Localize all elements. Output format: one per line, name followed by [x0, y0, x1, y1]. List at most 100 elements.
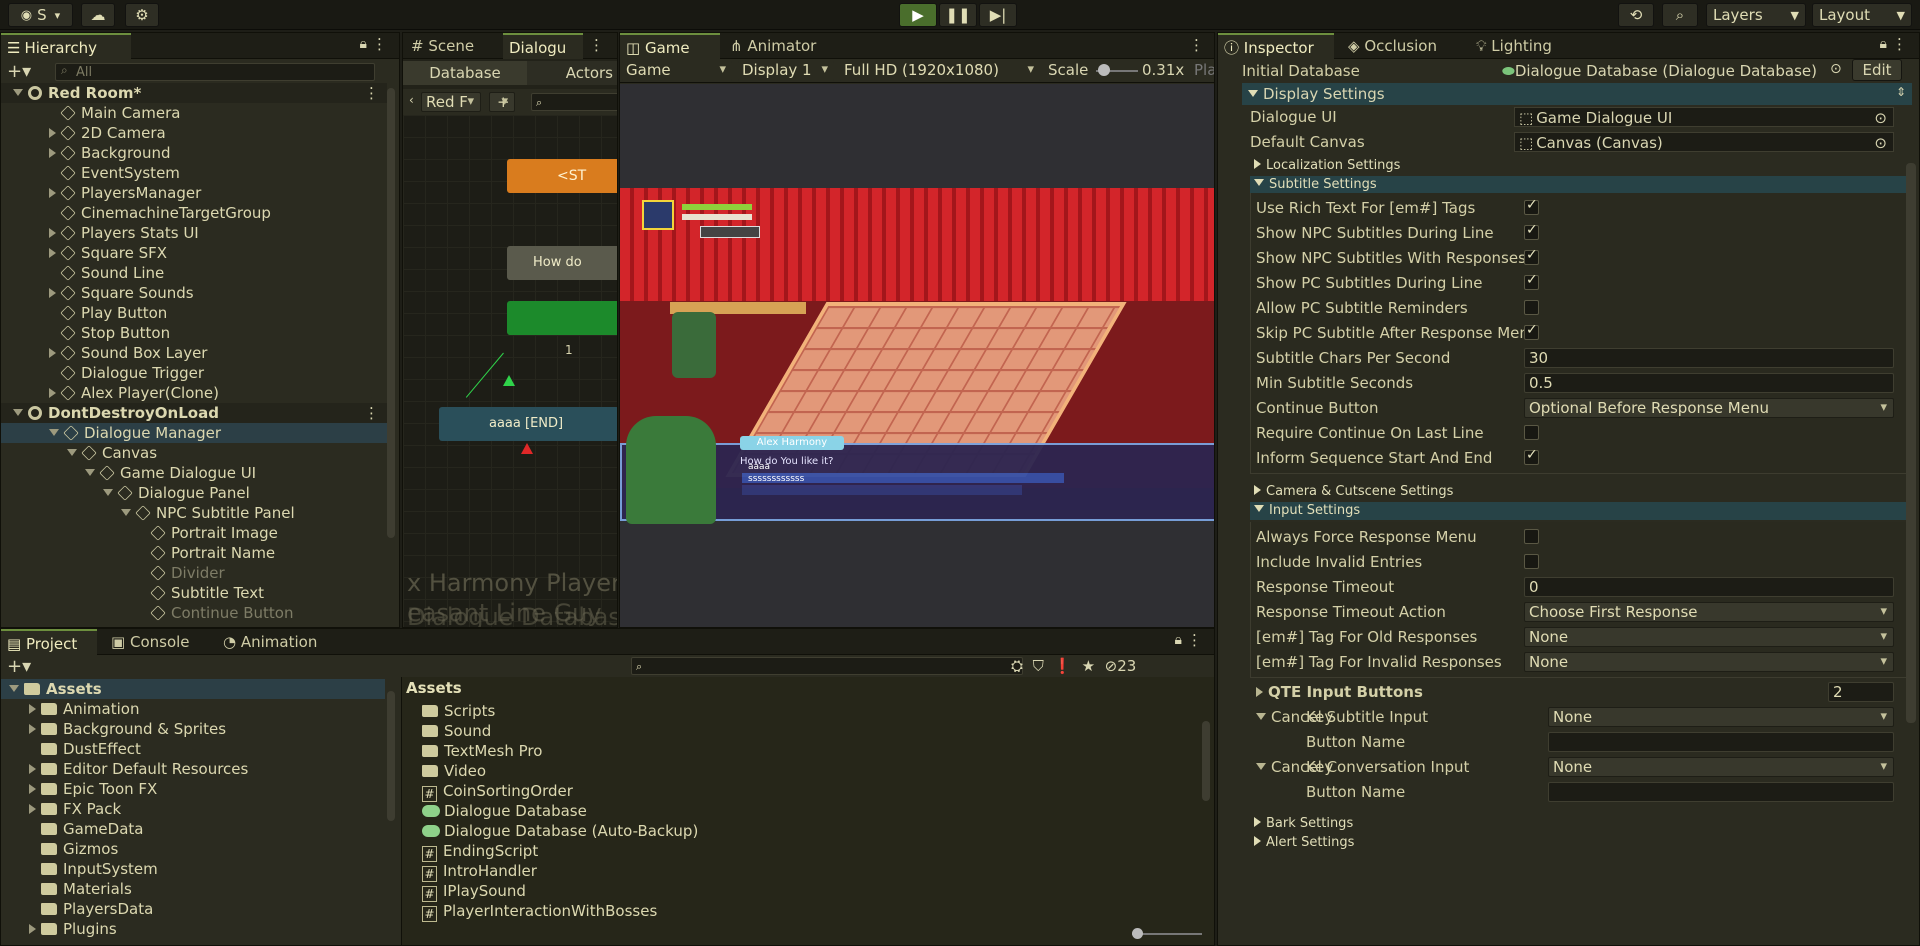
cancel-conversation-input-header[interactable]: Cancel Conversation Input [1256, 755, 1469, 779]
asset-item[interactable]: Video [422, 761, 1122, 781]
back-arrow-icon[interactable]: ‹ [409, 93, 414, 107]
tab-inspector[interactable]: ⓘ Inspector [1218, 33, 1334, 59]
hierarchy-item[interactable]: Portrait Image [1, 523, 387, 543]
chevron-right-icon[interactable] [49, 288, 56, 298]
setting-checkbox[interactable] [1524, 554, 1539, 569]
tab-hierarchy[interactable]: ☰ Hierarchy [1, 33, 131, 59]
hierarchy-item[interactable]: Alex Player(Clone) [1, 383, 387, 403]
object-picker-icon[interactable]: ⊙ [1830, 61, 1842, 77]
actors-tab[interactable]: Actors [531, 61, 617, 85]
hierarchy-item[interactable]: Continue Button [1, 603, 387, 623]
chevron-down-icon[interactable] [121, 509, 131, 516]
hierarchy-item[interactable]: Main Camera [1, 103, 387, 123]
alert-settings-header[interactable]: Alert Settings [1250, 834, 1910, 852]
node-canvas[interactable]: <ST How do aaaa [END] 1 x Harmony Player… [403, 115, 617, 627]
conversation-dropdown[interactable]: Red F [421, 92, 481, 112]
hierarchy-item[interactable]: Play Button [1, 303, 387, 323]
lock-icon[interactable]: 🔒︎ [1175, 632, 1182, 648]
display-dropdown[interactable]: Display 1 [738, 61, 834, 81]
project-folder[interactable]: PlayersData [1, 899, 385, 919]
edit-button[interactable]: Edit [1852, 59, 1902, 81]
tab-lighting[interactable]: 💡︎ Lighting [1470, 33, 1580, 59]
default-canvas-field[interactable]: ⬚ Canvas (Canvas) ⊙ [1514, 132, 1894, 152]
chevron-down-icon[interactable] [67, 449, 77, 456]
setting-checkbox[interactable] [1524, 197, 1539, 215]
chevron-right-icon[interactable] [49, 248, 56, 258]
qte-input-buttons-header[interactable]: QTE Input Buttons [1256, 680, 1423, 704]
project-search-input[interactable]: ⌕ [631, 657, 1023, 675]
resolution-dropdown[interactable]: Full HD (1920x1080) [840, 61, 1040, 81]
project-folder[interactable]: Epic Toon FX [1, 779, 385, 799]
asset-item[interactable]: # PlayerInteractionWithBosses [422, 901, 1122, 922]
tab-scene[interactable]: # Scene [405, 33, 505, 59]
hierarchy-item[interactable]: Sound Box Layer [1, 343, 387, 363]
hidden-icon[interactable]: ⊘ [1105, 657, 1118, 675]
end-node[interactable]: aaaa [END] [439, 407, 617, 441]
chevron-down-icon[interactable] [85, 469, 95, 476]
setting-checkbox[interactable] [1524, 529, 1539, 544]
asset-scrollbar[interactable] [1202, 721, 1210, 801]
inspector-scrollbar[interactable] [1906, 163, 1916, 723]
hierarchy-item[interactable]: Canvas [1, 443, 387, 463]
search-button[interactable]: ⌕ [1662, 3, 1698, 27]
setting-checkbox[interactable] [1524, 247, 1539, 265]
layout-dropdown[interactable]: Layout ▼ [1812, 3, 1912, 27]
asset-item[interactable]: Scripts [422, 701, 1122, 721]
setting-dropdown[interactable]: None [1524, 627, 1894, 647]
lock-icon[interactable]: 🔒︎ [360, 36, 367, 52]
more-menu-icon[interactable]: ⋮ [364, 403, 379, 423]
chevron-right-icon[interactable] [49, 128, 56, 138]
pc-node[interactable] [507, 301, 617, 335]
setting-checkbox[interactable] [1524, 322, 1539, 340]
tag-icon[interactable]: ⛉ [1033, 657, 1044, 675]
chevron-right-icon[interactable] [29, 924, 36, 934]
setting-dropdown[interactable]: None [1524, 652, 1894, 672]
project-folder[interactable]: Background & Sprites [1, 719, 385, 739]
qte-count-field[interactable]: 2 [1828, 682, 1894, 702]
start-node[interactable]: <ST [507, 159, 617, 193]
setting-checkbox[interactable] [1524, 222, 1539, 240]
npc-node[interactable]: How do [507, 246, 617, 280]
chevron-right-icon[interactable] [29, 784, 36, 794]
star-icon[interactable]: ★ [1082, 657, 1095, 675]
chevron-right-icon[interactable] [49, 228, 56, 238]
hierarchy-search-input[interactable]: All [55, 63, 375, 81]
input-settings-header[interactable]: Input Settings [1250, 502, 1910, 520]
setting-checkbox[interactable] [1524, 447, 1539, 465]
object-picker-icon[interactable]: ⊙ [1874, 108, 1887, 126]
asset-item[interactable]: # CoinSortingOrder [422, 781, 1122, 802]
scene-row[interactable]: Red Room* ⋮ [1, 83, 387, 103]
asset-item[interactable]: # EndingScript [422, 841, 1122, 862]
tab-dialogue[interactable]: Dialogu [503, 33, 583, 59]
layers-dropdown[interactable]: Layers ▼ [1706, 3, 1806, 27]
asset-item[interactable]: Dialogue Database [422, 801, 1122, 821]
chevron-right-icon[interactable] [29, 704, 36, 714]
chevron-right-icon[interactable] [49, 188, 56, 198]
project-folder[interactable]: GameData [1, 819, 385, 839]
setting-number-field[interactable]: 0 [1524, 577, 1894, 597]
project-folder[interactable]: Gizmos [1, 839, 385, 859]
setting-checkbox[interactable] [1524, 272, 1539, 290]
setting-number-field[interactable]: 0.5 [1524, 373, 1894, 393]
dialogue-ui-field[interactable]: ⬚ Game Dialogue UI ⊙ [1514, 107, 1894, 127]
tab-animation[interactable]: ◔ Animation [217, 629, 337, 655]
chevron-right-icon[interactable] [29, 804, 36, 814]
chevron-right-icon[interactable] [49, 348, 56, 358]
more-menu-icon[interactable]: ⋮ [1187, 631, 1202, 649]
hierarchy-item[interactable]: Background [1, 143, 387, 163]
tab-project[interactable]: ▤ Project [1, 629, 97, 655]
filter-type-icon[interactable]: ⛭ [1011, 657, 1023, 675]
hierarchy-item[interactable]: Dialogue Panel [1, 483, 387, 503]
chevron-down-icon[interactable] [103, 489, 113, 496]
hierarchy-item[interactable]: PlayersManager [1, 183, 387, 203]
hierarchy-item[interactable]: Dialogue Trigger [1, 363, 387, 383]
scale-slider-handle[interactable] [1098, 64, 1110, 76]
setting-number-field[interactable]: 30 [1524, 348, 1894, 368]
hierarchy-item[interactable]: Divider [1, 563, 387, 583]
game-viewport[interactable]: Alex Harmony How do You like it? aaaa ss… [620, 84, 1214, 627]
chevron-right-icon[interactable] [49, 388, 56, 398]
cloud-button[interactable]: ☁ [81, 3, 115, 27]
project-folder[interactable]: Animation [1, 699, 385, 719]
hierarchy-item[interactable]: Portrait Name [1, 543, 387, 563]
pause-button[interactable]: ❚❚ [939, 3, 977, 27]
